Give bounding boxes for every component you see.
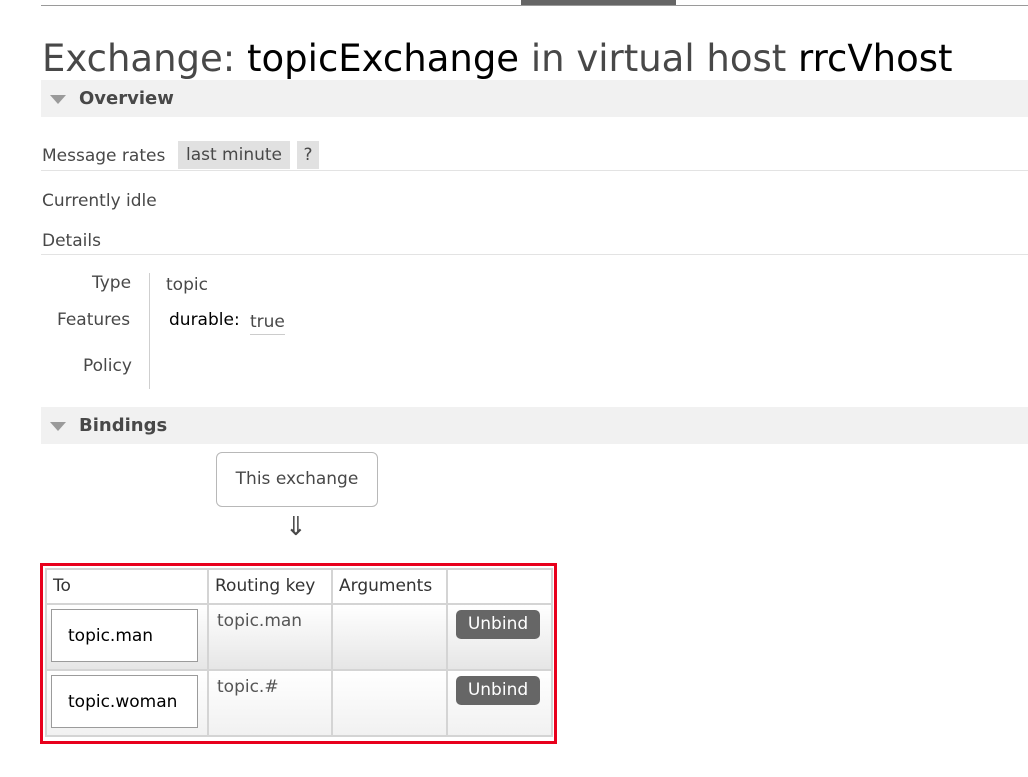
divider (41, 254, 1028, 255)
details-heading: Details (42, 231, 101, 251)
unbind-button[interactable]: Unbind (456, 676, 540, 705)
table-row: topic.woman topic.# Unbind (45, 669, 553, 737)
title-prefix: Exchange: (42, 37, 236, 80)
column-header-arguments: Arguments (331, 568, 448, 605)
down-arrow-icon: ⇓ (285, 512, 307, 542)
queue-link[interactable]: topic.man (51, 609, 198, 662)
message-rates-label: Message rates (42, 146, 166, 166)
policy-label: Policy (83, 356, 132, 376)
idle-status: Currently idle (42, 191, 157, 211)
overview-section-header[interactable]: Overview (41, 80, 1028, 117)
type-value: topic (166, 275, 208, 295)
divider (41, 170, 1028, 171)
details-separator (149, 273, 150, 389)
routing-key: topic.man (217, 611, 303, 631)
this-exchange-box: This exchange (216, 452, 378, 507)
overview-section-label: Overview (79, 88, 174, 109)
page-title: Exchange: topicExchange in virtual host … (42, 34, 953, 84)
top-divider (41, 5, 1028, 6)
queue-link[interactable]: topic.woman (51, 675, 198, 728)
collapse-triangle-icon (50, 95, 66, 104)
features-label: Features (57, 310, 131, 330)
title-middle: in virtual host (530, 37, 787, 80)
collapse-triangle-icon (50, 422, 66, 431)
exchange-name: topicExchange (247, 37, 520, 80)
bindings-table: To Routing key Arguments topic.man topic… (45, 568, 553, 737)
bindings-section-header[interactable]: Bindings (41, 407, 1028, 444)
rate-period-toggle[interactable]: last minute (178, 141, 290, 169)
help-button[interactable]: ? (297, 141, 319, 169)
feature-value: true (250, 311, 285, 335)
bindings-section-label: Bindings (79, 415, 168, 436)
type-label: Type (92, 273, 132, 293)
table-row: topic.man topic.man Unbind (45, 603, 553, 671)
column-header-actions (446, 568, 553, 605)
unbind-button[interactable]: Unbind (456, 610, 540, 639)
active-tab-indicator (521, 0, 676, 5)
feature-key: durable: (169, 310, 240, 330)
column-header-routing-key: Routing key (207, 568, 333, 605)
vhost-name: rrcVhost (798, 37, 953, 80)
column-header-to: To (45, 568, 209, 605)
routing-key: topic.# (217, 677, 279, 697)
